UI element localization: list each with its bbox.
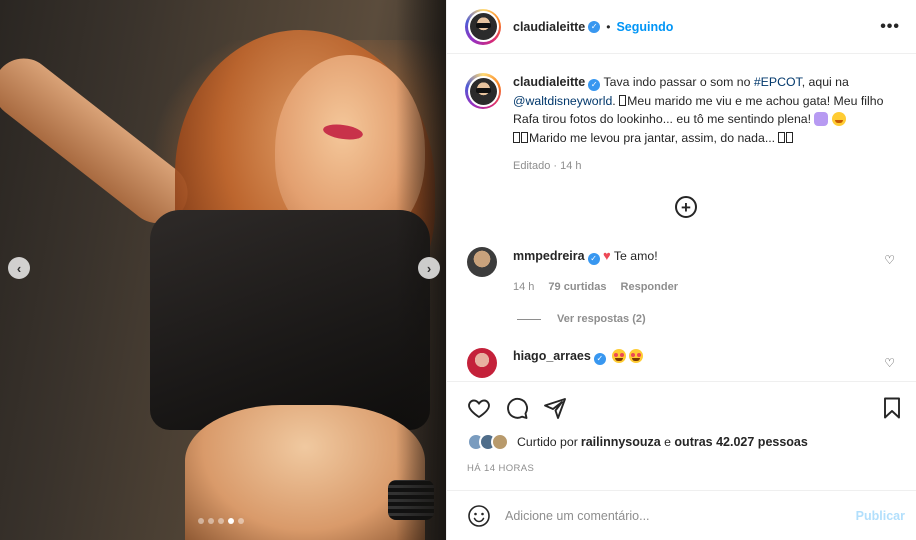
previous-photo-button[interactable]: ‹ (8, 257, 30, 279)
emoji-smiley-icon[interactable] (467, 504, 491, 528)
red-heart-emoji-icon: ♥ (602, 248, 611, 263)
comment-likes[interactable]: 79 curtidas (548, 279, 606, 296)
comment-bubble-icon[interactable] (505, 396, 529, 420)
star-struck-emoji-icon (612, 349, 627, 363)
view-replies-button[interactable]: Ver respostas (2) (517, 313, 646, 325)
comments-area[interactable]: claudialeitte ✓ Tava indo passar o som no… (447, 55, 916, 381)
post-caption: claudialeitte ✓ Tava indo passar o som no… (465, 73, 905, 176)
author-username[interactable]: claudialeitte (513, 20, 585, 34)
liker-avatars (467, 433, 509, 451)
post-side-panel: claudialeitte ✓ • Seguindo ••• claudiale… (446, 0, 916, 540)
post-photo[interactable]: ‹ › (0, 0, 446, 540)
comment-input[interactable] (505, 508, 835, 523)
following-button[interactable]: Seguindo (616, 20, 673, 34)
comment-item: hiago_arraes ✓ ♡ (467, 348, 907, 378)
actions-divider (447, 381, 916, 382)
view-replies-label: Ver respostas (2) (557, 313, 646, 325)
carousel-dot (218, 518, 224, 524)
caption-username[interactable]: claudialeitte (513, 75, 585, 89)
carousel-dot (238, 518, 244, 524)
verified-badge-icon: ✓ (587, 252, 600, 265)
shrug-emoji-icon (814, 112, 829, 126)
likes-summary: Curtido por railinnysouza e outras 42.02… (467, 433, 808, 451)
share-send-icon[interactable] (543, 396, 567, 420)
post-header: claudialeitte ✓ • Seguindo ••• (447, 0, 916, 54)
chevron-right-icon: › (426, 260, 432, 276)
commenter-username[interactable]: mmpedreira (513, 249, 585, 263)
liked-by-and: e (660, 435, 675, 449)
commenter-avatar[interactable] (467, 348, 497, 378)
missing-glyph-icon (521, 131, 528, 143)
avatar-image (469, 77, 497, 105)
publish-button[interactable]: Publicar (856, 509, 905, 523)
missing-glyph-icon (513, 131, 520, 143)
commenter-username[interactable]: hiago_arraes (513, 349, 591, 363)
chevron-left-icon: ‹ (16, 260, 22, 276)
carousel-dot-active (228, 518, 234, 524)
like-comment-heart-icon[interactable]: ♡ (884, 356, 895, 370)
post-actions (467, 396, 567, 420)
carousel-dot (198, 518, 204, 524)
comment-time: 14 h (513, 281, 535, 293)
next-photo-button[interactable]: › (418, 257, 440, 279)
add-comment-bar: Publicar (447, 490, 916, 540)
save-bookmark-icon[interactable] (880, 396, 904, 420)
caption-text: Marido me levou pra jantar, assim, do na… (529, 130, 779, 145)
smile-emoji-icon (831, 112, 846, 126)
likes-count-link[interactable]: outras 42.027 pessoas (674, 435, 807, 449)
leather-jacket (150, 210, 430, 430)
hashtag-link[interactable]: #EPCOT (754, 75, 802, 89)
caption-avatar[interactable] (465, 73, 501, 109)
like-comment-heart-icon[interactable]: ♡ (884, 253, 895, 267)
verified-badge-icon: ✓ (588, 79, 601, 92)
post-viewer: ‹ › claudialeitte ✓ • Seguindo ••• claud… (0, 0, 916, 540)
reply-button[interactable]: Responder (621, 279, 678, 296)
caption-text: , aqui na (801, 75, 849, 89)
missing-glyph-icon (786, 131, 794, 143)
verified-badge-icon: ✓ (588, 20, 601, 33)
carousel-dots (198, 518, 244, 524)
carousel-dot (208, 518, 214, 524)
verified-badge-icon: ✓ (593, 352, 606, 365)
liked-by-user[interactable]: railinnysouza (581, 435, 661, 449)
more-options-icon[interactable]: ••• (880, 18, 900, 36)
replies-divider (517, 318, 541, 320)
comment-item: mmpedreira ✓ ♥ Te amo! 14 h 79 curtidas R… (467, 247, 907, 296)
liker-avatar (491, 433, 509, 451)
star-struck-emoji-icon (629, 349, 644, 363)
like-heart-icon[interactable] (467, 396, 491, 420)
missing-glyph-icon (778, 131, 786, 143)
caption-text: . (612, 93, 620, 108)
mention-link[interactable]: @waltdisneyworld (513, 94, 612, 108)
caption-text: Tava indo passar o som no (603, 75, 754, 89)
load-more-comments-icon[interactable]: + (675, 196, 697, 218)
avatar-image (469, 13, 497, 40)
missing-glyph-icon (619, 94, 627, 106)
author-avatar[interactable] (465, 8, 501, 45)
post-timestamp: HÁ 14 HORAS (467, 463, 535, 474)
separator-dot: • (606, 19, 611, 34)
commenter-avatar[interactable] (467, 247, 497, 277)
caption-meta: Editado · 14 h (513, 160, 582, 172)
liked-by-prefix: Curtido por (517, 435, 578, 449)
comment-text: Te amo! (613, 249, 658, 263)
